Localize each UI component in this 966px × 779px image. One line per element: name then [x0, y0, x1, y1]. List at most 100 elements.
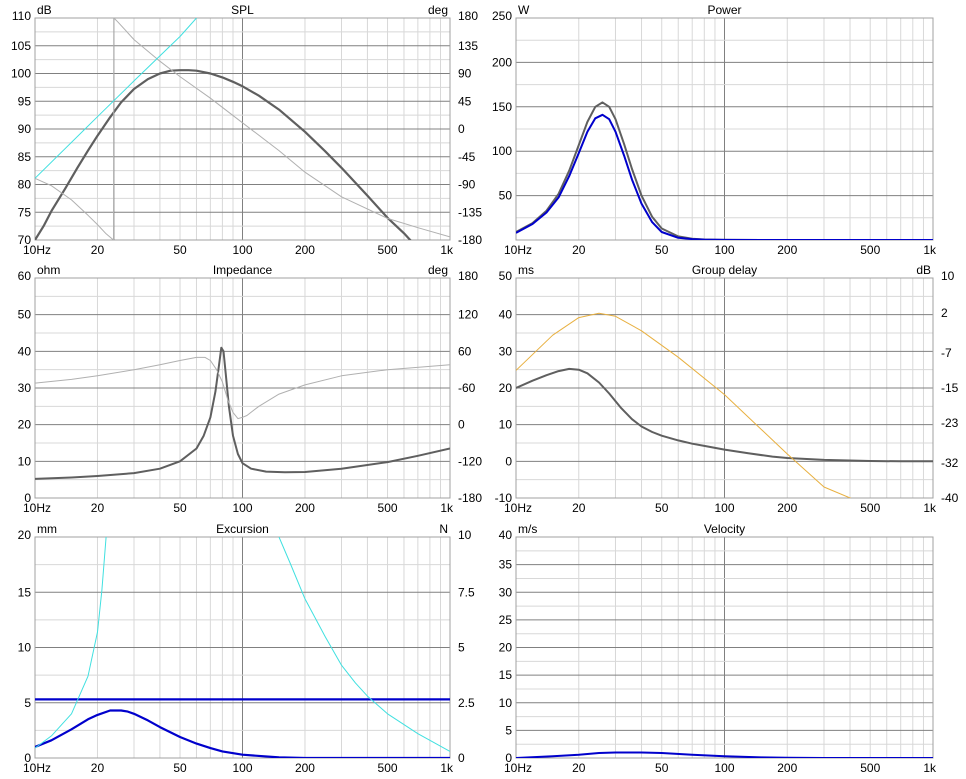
y-tick-label: 250	[492, 9, 512, 23]
y-tick-label: 5	[505, 723, 512, 737]
y2-tick-label: 7.5	[458, 585, 475, 599]
chart-excursion: Excursionmm05101520 N02.557.51010Hz 20 50 10…	[18, 522, 475, 775]
y2-tick-label: 135	[458, 39, 478, 53]
series-line-1	[516, 312, 852, 498]
x-tick-label: 100	[232, 243, 252, 257]
y2-tick-label: -180	[458, 491, 482, 505]
y2-tick-label: -23	[941, 416, 959, 430]
x-tick-label: 1k	[440, 761, 454, 775]
x-tick-label: 10Hz	[504, 243, 532, 257]
y-tick-label: 15	[499, 668, 513, 682]
chart-title: Velocity	[704, 522, 745, 536]
y2-tick-label: 120	[458, 308, 478, 322]
x-tick-label: 1k	[440, 243, 454, 257]
x-tick-label: 500	[860, 761, 880, 775]
chart-title: Power	[707, 3, 741, 17]
y-tick-label: 10	[499, 696, 513, 710]
chart-title: Impedance	[213, 263, 273, 277]
x-tick-label: 20	[91, 501, 105, 515]
chart-group-delay: Group delayms-1001020304050 dB-40-32-23-1…	[495, 263, 959, 515]
y-tick-label: 75	[18, 205, 32, 219]
y2-tick-label: -180	[458, 233, 482, 247]
y-tick-label: 50	[499, 189, 513, 203]
y-tick-label: 85	[18, 150, 32, 164]
x-tick-label: 20	[572, 761, 586, 775]
y-tick-label: 80	[18, 178, 32, 192]
x-tick-label: 10Hz	[504, 501, 532, 515]
x-tick-label: 200	[777, 761, 797, 775]
x-tick-label: 100	[714, 761, 734, 775]
y2-axis-unit: deg	[428, 263, 448, 277]
y2-tick-label: -60	[458, 381, 476, 395]
x-tick-label: 500	[378, 243, 398, 257]
x-tick-label: 1k	[923, 761, 937, 775]
y-tick-label: 20	[499, 381, 513, 395]
x-tick-label: 100	[714, 243, 734, 257]
y2-tick-label: 2	[941, 306, 948, 320]
x-tick-label: 500	[860, 501, 880, 515]
y-tick-label: 30	[499, 344, 513, 358]
y2-tick-label: -135	[458, 205, 482, 219]
y2-axis-unit: N	[439, 522, 448, 536]
y2-tick-label: -15	[941, 381, 959, 395]
chart-impedance: Impedanceohm0102030405060 deg-180-1200-60…	[18, 263, 483, 515]
y2-tick-label: 10	[458, 528, 472, 542]
chart-title: Excursion	[216, 522, 269, 536]
x-tick-label: 50	[655, 243, 669, 257]
y2-tick-label: -40	[941, 491, 959, 505]
x-tick-label: 50	[173, 243, 187, 257]
series-line-0	[35, 69, 412, 240]
y2-tick-label: 90	[458, 67, 472, 81]
y-axis-unit: m/s	[518, 522, 537, 536]
x-tick-label: 500	[860, 243, 880, 257]
y-tick-label: 100	[492, 144, 512, 158]
y2-tick-label: 2.5	[458, 696, 475, 710]
chart-title: Group delay	[692, 263, 757, 277]
y2-tick-label: 5	[458, 641, 465, 655]
y-tick-label: 35	[499, 558, 513, 572]
x-tick-label: 10Hz	[23, 501, 51, 515]
x-tick-label: 200	[295, 761, 315, 775]
x-tick-label: 10Hz	[23, 243, 51, 257]
y-tick-label: 40	[499, 308, 513, 322]
y-axis-unit: mm	[37, 522, 57, 536]
y2-axis-unit: deg	[428, 3, 448, 17]
y-tick-label: 60	[18, 269, 32, 283]
y2-tick-label: 10	[941, 269, 955, 283]
y2-tick-label: 180	[458, 9, 478, 23]
x-tick-label: 20	[91, 761, 105, 775]
x-tick-label: 200	[295, 243, 315, 257]
y-tick-label: 40	[499, 528, 513, 542]
x-tick-label: 1k	[923, 243, 937, 257]
x-tick-label: 500	[378, 501, 398, 515]
y2-tick-label: 180	[458, 269, 478, 283]
y-tick-label: 20	[18, 528, 32, 542]
x-tick-label: 10Hz	[23, 761, 51, 775]
y-axis-unit: dB	[37, 3, 52, 17]
x-tick-label: 50	[655, 501, 669, 515]
y-tick-label: 20	[499, 641, 513, 655]
y2-tick-label: 0	[458, 751, 465, 765]
x-tick-label: 1k	[923, 501, 937, 515]
y2-tick-label: 0	[458, 418, 465, 432]
chart-title: SPL	[231, 3, 254, 17]
y-tick-label: 90	[18, 122, 32, 136]
y-axis-unit: ms	[518, 263, 534, 277]
y-tick-label: 10	[18, 641, 32, 655]
x-tick-label: 100	[714, 501, 734, 515]
x-tick-label: 20	[572, 501, 586, 515]
x-tick-label: 100	[232, 501, 252, 515]
x-tick-label: 20	[572, 243, 586, 257]
x-tick-label: 200	[295, 501, 315, 515]
y-tick-label: 30	[499, 585, 513, 599]
speaker-simulation-charts: SPLdB707580859095100105110 deg-180-135-90…	[11, 3, 959, 775]
y-tick-label: 15	[18, 585, 32, 599]
y-tick-label: 95	[18, 94, 32, 108]
y-tick-label: 10	[499, 418, 513, 432]
x-tick-label: 50	[173, 761, 187, 775]
y-axis-unit: W	[518, 3, 530, 17]
y2-tick-label: 0	[458, 122, 465, 136]
chart-power: Power W 50 100 150 200 250 10Hz 20 50 100 200 500 1k	[492, 3, 937, 257]
y2-tick-label: 45	[458, 94, 472, 108]
x-tick-label: 50	[173, 501, 187, 515]
